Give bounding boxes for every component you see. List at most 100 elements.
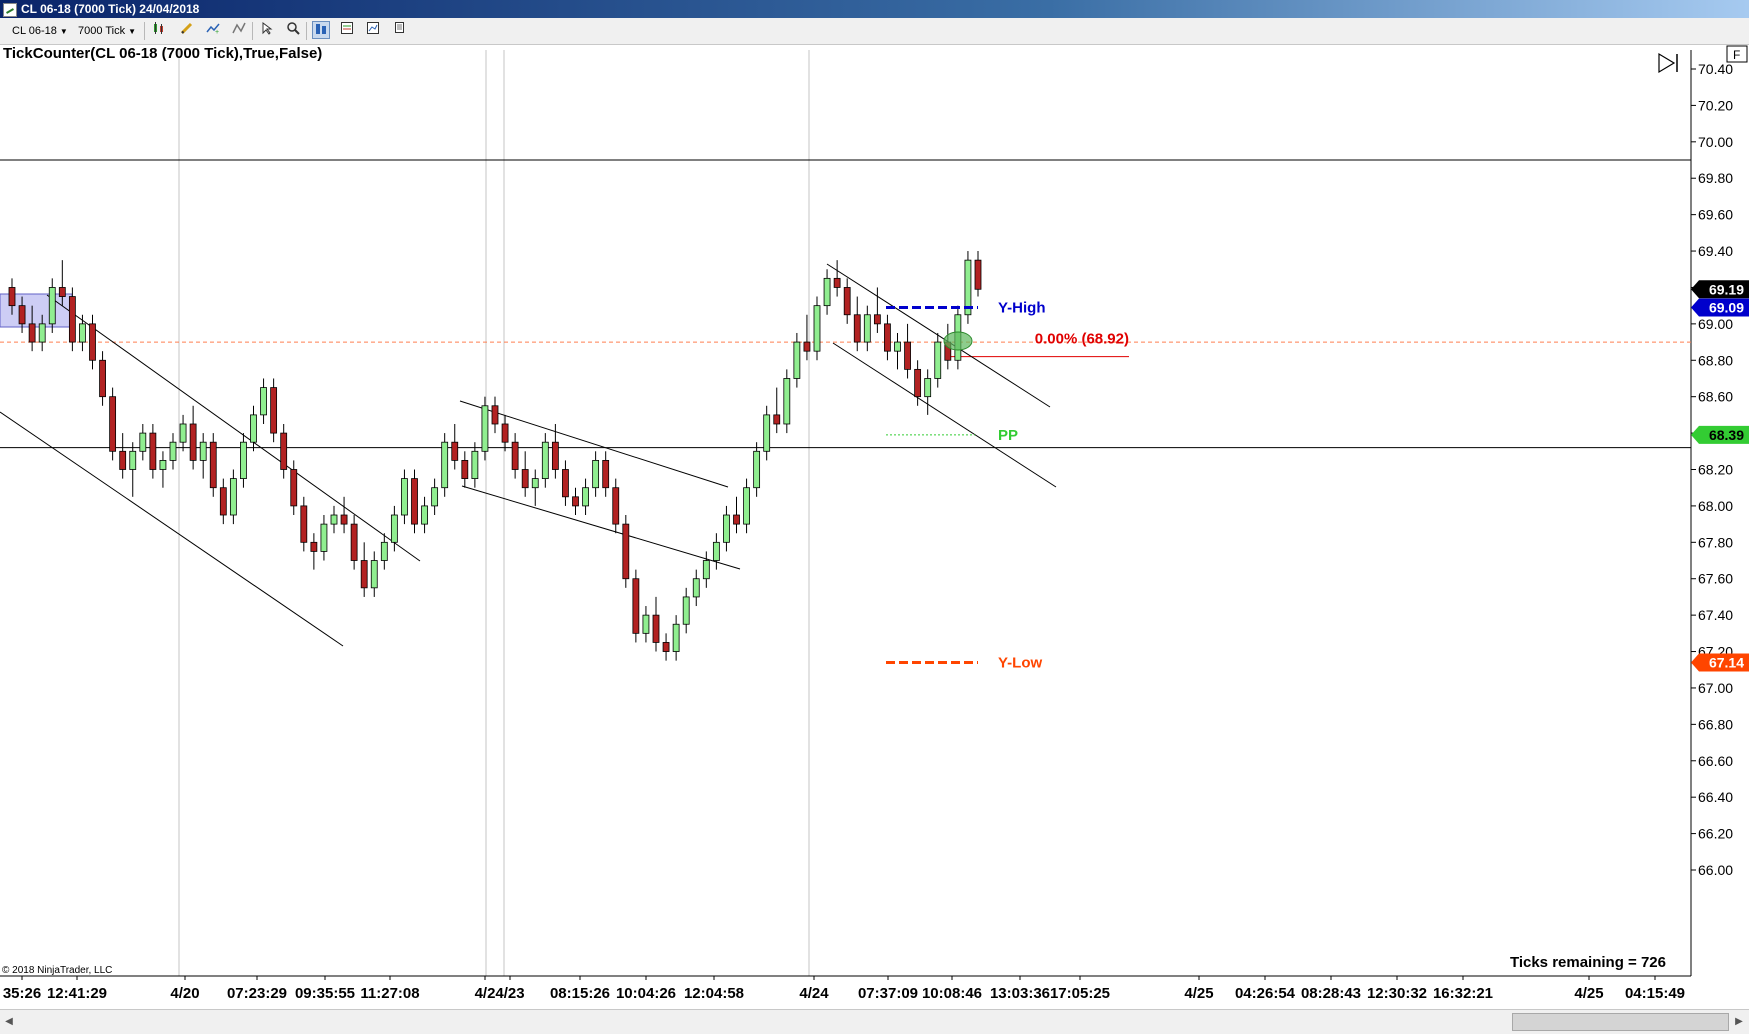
strategy-icon[interactable] xyxy=(230,21,248,39)
candle xyxy=(863,305,871,352)
candle xyxy=(380,533,388,570)
candle xyxy=(340,496,348,534)
candle xyxy=(642,606,650,643)
candle xyxy=(773,387,781,434)
trend-lines[interactable] xyxy=(0,263,1057,647)
chart-trader-icon[interactable] xyxy=(312,21,330,39)
candle xyxy=(401,469,408,525)
candle xyxy=(491,396,499,434)
bar-type-icon[interactable] xyxy=(150,21,168,39)
candle xyxy=(219,478,227,525)
candle xyxy=(139,423,147,461)
candle xyxy=(119,433,127,479)
properties-icon[interactable] xyxy=(364,21,382,39)
price-tick-label: 67.40 xyxy=(1698,607,1733,623)
scrollbar-thumb[interactable] xyxy=(1512,1013,1729,1031)
zoom-icon[interactable] xyxy=(284,21,302,39)
time-tick-label: 4/23 xyxy=(495,985,524,1002)
candle xyxy=(672,615,680,661)
time-tick-label: 12:04:58 xyxy=(684,985,744,1002)
chart-toolbar: CL 06-18 ▼ 7000 Tick ▼ + xyxy=(0,18,1749,45)
draw-pencil-icon[interactable] xyxy=(178,21,196,39)
scroll-left-icon[interactable]: ◀ xyxy=(2,1014,16,1030)
price-tick-label: 68.80 xyxy=(1698,352,1733,368)
price-tick-label: 69.00 xyxy=(1698,316,1733,332)
candle xyxy=(521,451,529,497)
candle xyxy=(793,332,801,388)
candle xyxy=(511,433,519,479)
y-low-label: Y-Low xyxy=(998,654,1042,671)
time-tick-label: 12:30:32 xyxy=(1367,985,1427,1002)
time-tick-label: 4/24 xyxy=(799,985,829,1002)
cursor-icon[interactable] xyxy=(258,21,276,39)
time-axis: 35:26 12:41:29 4/20 07:23:29 09:35:55 11:27:0… xyxy=(3,976,1685,1002)
candle xyxy=(431,478,439,516)
app-icon xyxy=(3,3,17,17)
scroll-to-end-icon[interactable] xyxy=(1654,48,1684,74)
candle xyxy=(159,451,167,488)
candle xyxy=(783,369,791,434)
candle xyxy=(229,469,237,525)
candle xyxy=(763,405,771,461)
candle xyxy=(702,551,710,588)
svg-text:+: + xyxy=(215,29,219,35)
window-title: CL 06-18 (7000 Tick) 24/04/2018 xyxy=(21,2,200,16)
candle xyxy=(260,378,267,424)
price-tick-label: 70.40 xyxy=(1698,61,1733,77)
candle xyxy=(964,251,972,324)
instrument-selector[interactable]: CL 06-18 ▼ xyxy=(8,22,72,40)
time-tick-label: 08:28:43 xyxy=(1301,985,1361,1002)
candle xyxy=(894,332,901,370)
interval-selector[interactable]: 7000 Tick ▼ xyxy=(74,22,140,40)
candle xyxy=(240,433,247,488)
candle xyxy=(602,451,610,497)
candle xyxy=(330,505,338,534)
candle xyxy=(662,633,670,661)
time-tick-label: 16:32:21 xyxy=(1433,985,1493,1002)
price-marker-label: 69.19 xyxy=(1709,281,1744,297)
time-tick-label: 07:37:09 xyxy=(858,985,918,1002)
price-marker-label: 69.09 xyxy=(1709,299,1744,315)
candle xyxy=(501,414,509,452)
time-tick-label: 08:15:26 xyxy=(550,985,610,1002)
candle xyxy=(592,451,600,497)
price-marker-label: 67.14 xyxy=(1709,654,1744,670)
signal-ellipse[interactable] xyxy=(943,331,973,351)
candle xyxy=(723,505,730,552)
time-tick-label: 12:41:29 xyxy=(47,985,107,1002)
candle xyxy=(290,460,298,516)
session-separators xyxy=(178,50,810,976)
horizontal-scrollbar[interactable]: ◀ ▶ xyxy=(0,1009,1749,1034)
time-tick-label: 13:03:36 xyxy=(990,985,1050,1002)
candle xyxy=(652,596,660,652)
candle xyxy=(370,551,378,597)
toolbar-separator xyxy=(306,22,307,40)
time-tick-label: 35:26 xyxy=(3,985,41,1002)
data-box-icon[interactable] xyxy=(338,21,356,39)
price-tick-label: 68.20 xyxy=(1698,462,1733,478)
price-tick-label: 69.40 xyxy=(1698,243,1733,259)
candle xyxy=(99,351,106,406)
candle xyxy=(310,533,318,570)
candle xyxy=(199,433,207,479)
ticks-remaining-label: Ticks remaining = 726 xyxy=(1510,954,1666,971)
interval-label: 7000 Tick xyxy=(78,25,126,37)
candle xyxy=(421,496,428,534)
price-chart[interactable]: F 70.4070.2070.0069.8069.6069.4069.2069.… xyxy=(0,44,1749,1009)
candle xyxy=(149,423,157,479)
copy-icon[interactable] xyxy=(390,21,408,39)
candle xyxy=(68,287,76,352)
candle xyxy=(843,278,851,324)
candle xyxy=(320,515,328,561)
trend-line[interactable] xyxy=(832,342,1057,488)
time-tick-label: 4/25 xyxy=(1184,985,1213,1002)
candle xyxy=(481,396,489,461)
instrument-label: CL 06-18 xyxy=(12,25,57,37)
time-tick-label: 07:23:29 xyxy=(227,985,287,1002)
candle xyxy=(129,442,137,497)
price-tick-label: 70.00 xyxy=(1698,134,1733,150)
add-indicator-icon[interactable]: + xyxy=(204,21,222,39)
candle xyxy=(250,405,257,452)
price-tick-label: 66.40 xyxy=(1698,789,1733,805)
scroll-right-icon[interactable]: ▶ xyxy=(1732,1014,1746,1030)
